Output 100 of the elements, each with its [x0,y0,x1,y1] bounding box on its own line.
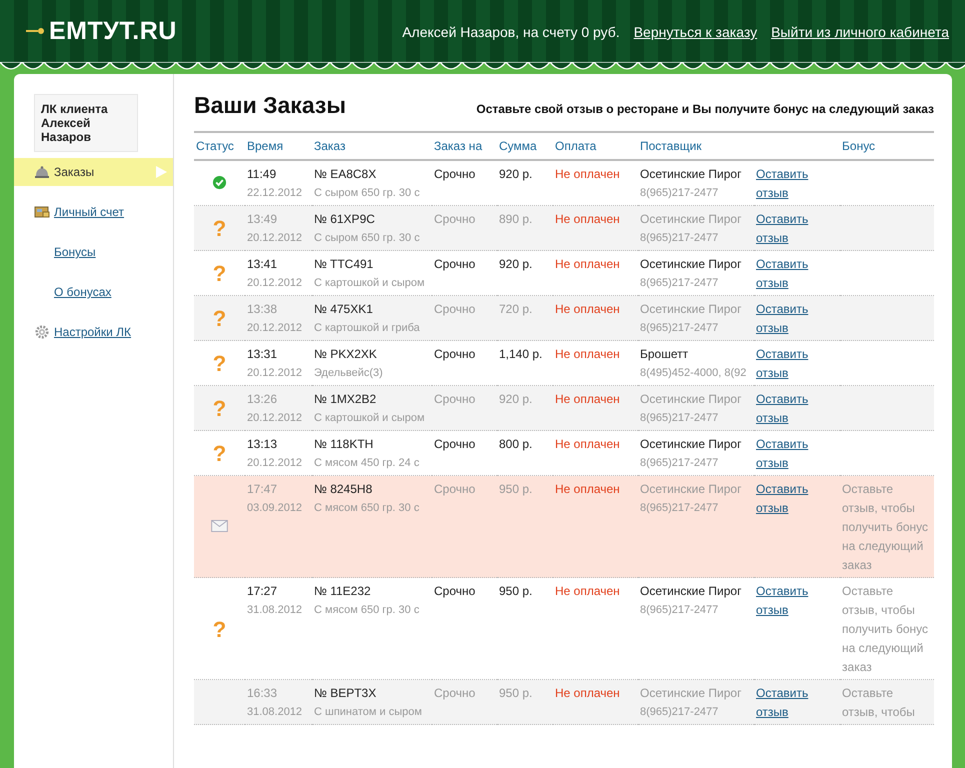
order-date: 20.12.2012 [247,411,304,426]
question-mark-icon: ? [212,353,226,375]
payment-status: Не оплачен [555,436,621,453]
order-time: 13:31 [247,346,278,363]
review-link[interactable]: Оставить отзыв [756,480,816,518]
delivery-time: Срочно [434,391,476,408]
supplier-name: Осетинские Пирог [640,391,742,408]
payment-status: Не оплачен [555,391,621,408]
order-time: 11:49 [247,166,278,183]
order-date: 22.12.2012 [247,186,304,201]
sidebar-item[interactable]: Бонусы [14,238,173,266]
order-date: 20.12.2012 [247,276,304,291]
header-link[interactable]: Выйти из личного кабинета [771,24,949,40]
envelope-icon [211,520,228,532]
sidebar-item[interactable]: Личный счет [14,198,173,226]
question-mark-icon: ? [212,308,226,330]
column-header[interactable]: Поставщик [640,139,702,153]
column-header[interactable]: Заказ [314,139,346,153]
supplier-name: Осетинские Пирог [640,685,742,702]
order-items: С картошкой и сыром [314,276,426,291]
review-link[interactable]: Оставить отзыв [756,582,816,620]
sidebar-item[interactable]: Настройки ЛК [14,318,173,346]
supplier-name: Осетинские Пирог [640,301,742,318]
supplier-phone: 8(495)452-4000, 8(92 [640,366,748,381]
check-icon [212,175,227,190]
supplier-name: Брошетт [640,346,690,363]
review-link[interactable]: Оставить отзыв [756,300,816,338]
supplier-phone: 8(965)217-2477 [640,603,720,618]
order-sum: 950 р. [499,583,534,600]
order-time: 13:13 [247,436,278,453]
review-link[interactable]: Оставить отзыв [756,210,816,248]
payment-status: Не оплачен [555,301,621,318]
sidebar-item[interactable]: Заказы [14,158,173,186]
bell-icon [34,165,50,179]
delivery-time: Срочно [434,583,476,600]
sidebar-item[interactable]: О бонусах [14,278,173,306]
order-time: 13:41 [247,256,278,273]
order-date: 31.08.2012 [247,603,304,618]
column-header[interactable]: Сумма [499,139,537,153]
client-card: ЛК клиента Алексей Назаров [34,94,138,152]
site-logo[interactable]: ЕМТУТ.RU [49,16,177,46]
review-link[interactable]: Оставить отзыв [756,390,816,428]
review-link[interactable]: Оставить отзыв [756,165,816,203]
question-mark-icon: ? [212,218,226,240]
order-date: 31.08.2012 [247,705,304,720]
column-header[interactable]: Бонус [842,139,876,153]
supplier-name: Осетинские Пирог [640,481,742,498]
order-number: № 11E232 [314,583,372,600]
order-number: № 1MX2B2 [314,391,378,408]
order-date: 20.12.2012 [247,321,304,336]
supplier-phone: 8(965)217-2477 [640,411,720,426]
delivery-time: Срочно [434,211,476,228]
column-header[interactable]: Оплата [555,139,596,153]
order-sum: 1,140 р. [499,346,544,363]
delivery-time: Срочно [434,256,476,273]
review-link[interactable]: Оставить отзыв [756,255,816,293]
order-items: С сыром 650 гр. 30 с [314,231,421,246]
order-sum: 800 р. [499,436,534,453]
delivery-time: Срочно [434,436,476,453]
delivery-time: Срочно [434,301,476,318]
bonus-hint: Оставьте отзыв, чтобы получить бонус на следующий заказ [842,583,930,676]
supplier-phone: 8(965)217-2477 [640,321,720,336]
delivery-time: Срочно [434,346,476,363]
bonus-hint: Оставьте отзыв, чтобы получить бонус на следующий заказ [842,481,930,574]
order-items: С мясом 450 гр. 24 с [314,456,420,471]
order-date: 03.09.2012 [247,501,304,516]
pointer-icon [155,166,167,178]
supplier-phone: 8(965)217-2477 [640,705,720,720]
supplier-name: Осетинские Пирог [640,256,742,273]
payment-status: Не оплачен [555,346,621,363]
payment-status: Не оплачен [555,685,621,702]
delivery-time: Срочно [434,166,476,183]
order-time: 13:26 [247,391,278,408]
page-title: Ваши Заказы [194,92,346,119]
order-time: 17:27 [247,583,278,600]
column-header[interactable]: Время [247,139,284,153]
order-time: 13:49 [247,211,278,228]
supplier-phone: 8(965)217-2477 [640,456,720,471]
column-header[interactable]: Статус [196,139,234,153]
header-link[interactable]: Вернуться к заказу [634,24,758,40]
order-items: С картошкой и гриба [314,321,421,336]
order-sum: 920 р. [499,256,534,273]
promo-text: Оставьте свой отзыв о ресторане и Вы получите бонус на следующий заказ [476,102,934,116]
supplier-name: Осетинские Пирог [640,166,742,183]
payment-status: Не оплачен [555,256,621,273]
order-sum: 950 р. [499,481,534,498]
column-header[interactable]: Заказ на [434,139,482,153]
review-link[interactable]: Оставить отзыв [756,435,816,473]
review-link[interactable]: Оставить отзыв [756,684,816,722]
order-sum: 720 р. [499,301,534,318]
order-number: № 475XK1 [314,301,374,318]
supplier-phone: 8(965)217-2477 [640,276,720,291]
review-link[interactable]: Оставить отзыв [756,345,816,383]
supplier-phone: 8(965)217-2477 [640,231,720,246]
order-sum: 920 р. [499,166,534,183]
order-sum: 920 р. [499,391,534,408]
order-items: С мясом 650 гр. 30 с [314,603,420,618]
payment-status: Не оплачен [555,211,621,228]
order-items: С шпинатом и сыром [314,705,423,720]
supplier-name: Осетинские Пирог [640,583,742,600]
